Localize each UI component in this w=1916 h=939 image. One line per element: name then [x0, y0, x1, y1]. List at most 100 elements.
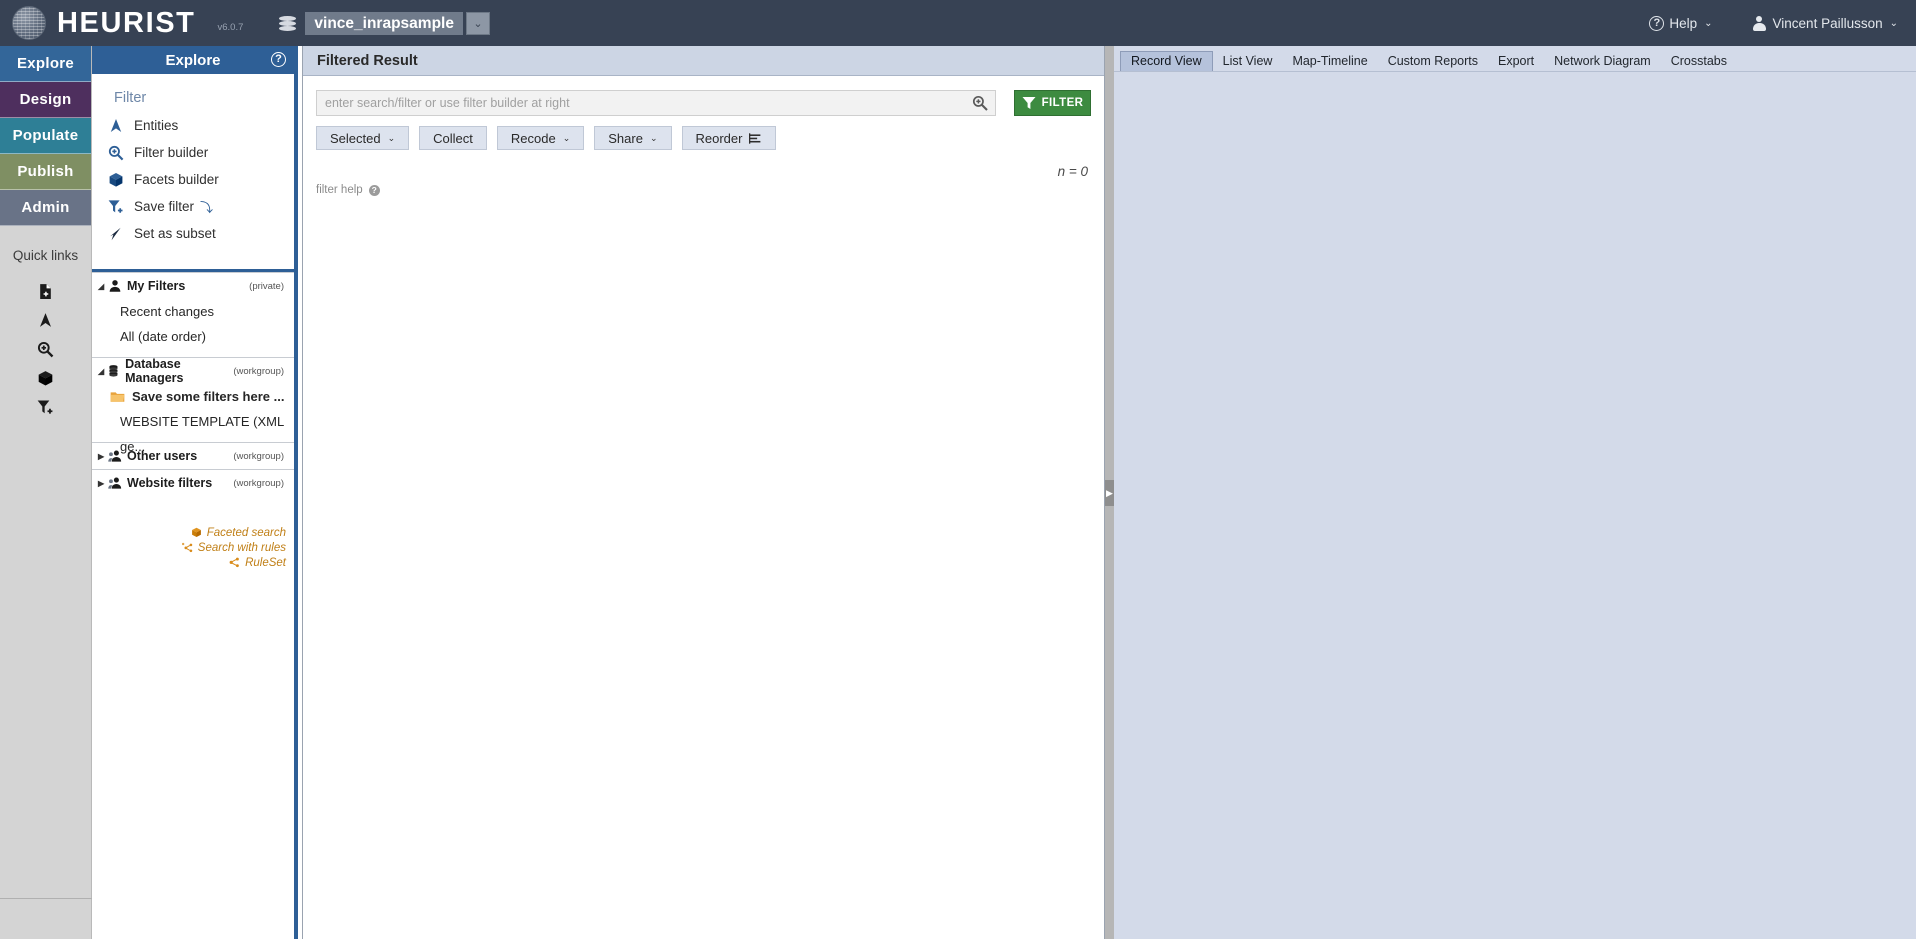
tab-label: Record View	[1131, 54, 1202, 68]
nav-button-label: Publish	[17, 163, 73, 180]
toolbar-button-label: Collect	[433, 131, 473, 146]
saved-filter-item[interactable]: WEBSITE TEMPLATE (XML ge...	[92, 409, 294, 434]
search-input[interactable]	[317, 91, 965, 115]
database-selector[interactable]: vince_inrapsample ⌄	[279, 12, 490, 35]
filter-help-link[interactable]: filter help ?	[316, 184, 380, 196]
search-plus-icon[interactable]	[965, 95, 995, 111]
toolbar-button-label: Share	[608, 131, 643, 146]
quick-link-add-record[interactable]	[0, 277, 91, 305]
explore-link-ruleset[interactable]: RuleSet	[229, 556, 286, 569]
toolbar-button-selected[interactable]: Selected⌄	[316, 126, 409, 150]
user-icon	[108, 279, 122, 293]
tab-custom-reports[interactable]: Custom Reports	[1378, 52, 1488, 71]
collapse-triangle-icon[interactable]: ◢	[98, 367, 107, 376]
collapse-triangle-icon[interactable]: ◢	[98, 282, 108, 291]
question-circle-icon: ?	[369, 185, 380, 196]
tab-label: Network Diagram	[1554, 54, 1651, 68]
search-plus-icon	[106, 143, 125, 162]
toolbar-button-reorder[interactable]: Reorder	[682, 126, 777, 150]
explore-link-label: Search with rules	[198, 542, 286, 554]
left-navigation: Explore DesignPopulate Publish Admin Quick …	[0, 46, 92, 939]
explore-panel-title: Explore	[165, 52, 220, 69]
sort-icon	[749, 132, 762, 145]
toolbar-button-label: Selected	[330, 131, 381, 146]
divider	[0, 898, 92, 899]
quick-link-facets[interactable]	[0, 364, 91, 392]
expand-triangle-icon[interactable]: ▶	[98, 479, 108, 488]
saved-filter-item[interactable]: Save some filters here ...	[92, 384, 294, 409]
chevron-down-icon: ⌄	[1704, 18, 1712, 29]
filter-group-scope-tag: (workgroup)	[233, 478, 284, 489]
saved-filter-label: Save some filters here ...	[132, 384, 284, 409]
tab-label: Custom Reports	[1388, 54, 1478, 68]
tab-list-view[interactable]: List View	[1213, 52, 1283, 71]
filter-plus-icon	[37, 399, 54, 416]
panel-splitter[interactable]: ▶	[1105, 46, 1114, 939]
nav-button-design[interactable]: Design	[0, 82, 91, 118]
nav-button-label: Explore	[17, 55, 74, 72]
filter-action-filter-builder[interactable]: Filter builder	[92, 139, 294, 166]
toolbar-button-recode[interactable]: Recode⌄	[497, 126, 584, 150]
toolbar-button-collect[interactable]: Collect	[419, 126, 487, 150]
explore-link-label: RuleSet	[245, 557, 286, 569]
saved-filter-item[interactable]: Recent changes	[92, 299, 294, 324]
filter-group-header-my-filters[interactable]: ◢My Filters(private)	[92, 273, 294, 299]
center-panel: Filtered Result FILTER filter help ? Sel…	[302, 46, 1105, 939]
quick-link-filter[interactable]	[0, 393, 91, 421]
filter-group-scope-tag: (private)	[249, 281, 284, 292]
nav-button-admin[interactable]: Admin	[0, 190, 91, 226]
top-bar-right: ? Help ⌄ Vincent Paillusson ⌄	[1609, 16, 1916, 31]
filter-group-header-database-managers[interactable]: ◢Database Managers(workgroup)	[92, 358, 294, 384]
subset-arrow-icon	[106, 224, 125, 243]
tab-export[interactable]: Export	[1488, 52, 1544, 71]
filter-action-label: Set as subset	[134, 226, 216, 241]
quick-link-explore[interactable]	[0, 306, 91, 334]
explore-panel: Explore ? Filter EntitiesFilter builderF…	[92, 46, 298, 939]
filter-group-header-website-filters[interactable]: ▶ Website filters (workgroup)	[92, 470, 294, 496]
explore-panel-header: Explore ?	[92, 46, 294, 74]
explore-link-label: Faceted search	[207, 527, 286, 539]
filter-action-suffix-icon: ⤵	[200, 197, 213, 216]
filter-action-set-as-subset[interactable]: Set as subset	[92, 220, 294, 247]
collapse-arrow-icon[interactable]: ▶	[1105, 480, 1114, 506]
toolbar-button-share[interactable]: Share⌄	[594, 126, 671, 150]
users-icon	[108, 449, 122, 463]
tab-map-timeline[interactable]: Map-Timeline	[1282, 52, 1377, 71]
filter-action-entities[interactable]: Entities	[92, 112, 294, 139]
filter-action-save-filter[interactable]: Save filter ⤵	[92, 193, 294, 220]
search-box[interactable]	[316, 90, 996, 116]
filter-action-facets-builder[interactable]: Facets builder	[92, 166, 294, 193]
filter-action-list: EntitiesFilter builderFacets builderSave…	[92, 112, 294, 247]
user-icon	[1753, 16, 1766, 31]
filter-group-label: Website filters	[127, 476, 212, 490]
database-name[interactable]: vince_inrapsample	[305, 12, 463, 35]
nav-button-publish[interactable]: Publish	[0, 154, 91, 190]
question-circle-icon: ?	[1649, 16, 1664, 31]
tab-network-diagram[interactable]: Network Diagram	[1544, 52, 1661, 71]
filter-action-label: Save filter	[134, 199, 194, 214]
filter-group: ◢Database Managers(workgroup)Save some f…	[92, 357, 294, 442]
filter-action-label: Filter builder	[134, 145, 208, 160]
expand-triangle-icon[interactable]: ▶	[98, 452, 108, 461]
filter-button[interactable]: FILTER	[1014, 90, 1091, 116]
nav-button-populate[interactable]: Populate	[0, 118, 91, 154]
quick-link-search[interactable]	[0, 335, 91, 363]
app-logo[interactable]: HEURIST	[0, 6, 196, 40]
tab-label: Crosstabs	[1671, 54, 1727, 68]
explore-link-faceted-search[interactable]: Faceted search	[191, 526, 286, 539]
question-circle-icon[interactable]: ?	[271, 52, 286, 67]
database-icon	[279, 15, 296, 32]
tab-crosstabs[interactable]: Crosstabs	[1661, 52, 1737, 71]
brand-title: HEURIST	[57, 7, 196, 40]
right-panel: Record View List View Map-Timeline Custom R…	[1114, 46, 1916, 939]
users-icon	[108, 476, 122, 490]
help-menu[interactable]: ? Help ⌄	[1649, 16, 1712, 31]
user-menu[interactable]: Vincent Paillusson ⌄	[1753, 16, 1898, 31]
nav-button-explore[interactable]: Explore	[0, 46, 91, 82]
tab-label: Map-Timeline	[1292, 54, 1367, 68]
explore-link-search-with-rules[interactable]: Search with rules	[182, 541, 286, 554]
chevron-down-icon[interactable]: ⌄	[466, 12, 490, 35]
saved-filter-item[interactable]: All (date order)	[92, 324, 294, 349]
quick-links-heading: Quick links	[0, 248, 91, 263]
tab-record-view[interactable]: Record View	[1120, 51, 1213, 71]
